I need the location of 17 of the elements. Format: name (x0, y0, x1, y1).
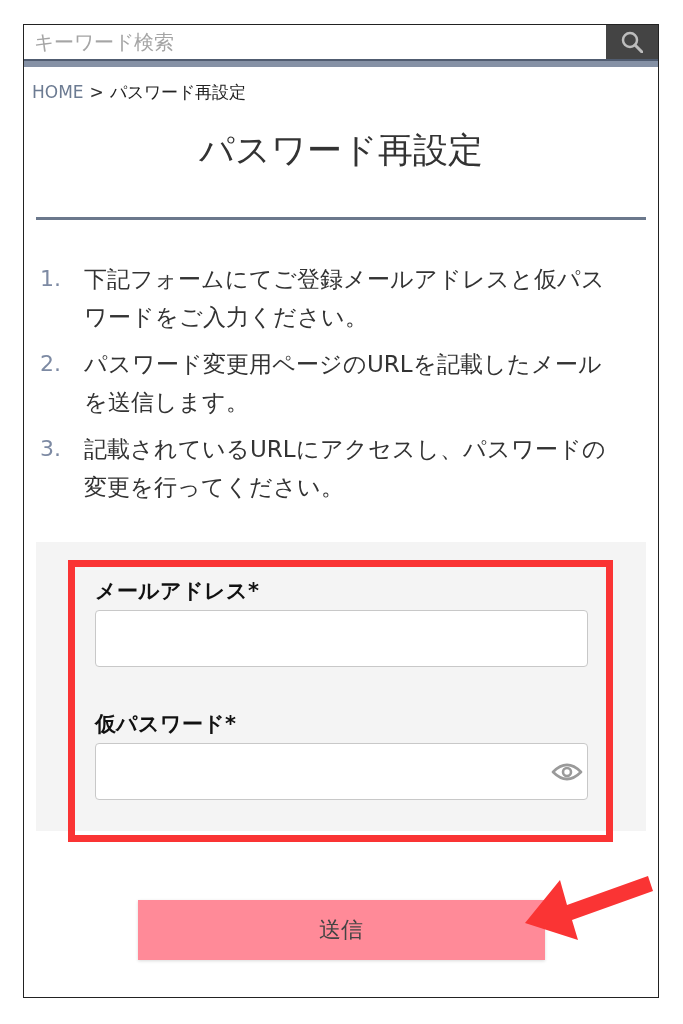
submit-button[interactable]: 送信 (137, 900, 545, 960)
step-number: 1. (40, 265, 62, 293)
step-text: 記載されているURLにアクセスし、パスワードの変更を行ってください。 (84, 435, 607, 502)
field-label: 仮パスワード* (95, 711, 237, 737)
step-text: 下記フォームにてご登録メールアドレスと仮パスワードをご入力ください。 (84, 265, 606, 332)
step-number: 3. (40, 435, 62, 463)
input-field[interactable] (95, 610, 588, 667)
page-title: パスワード再設定 (198, 129, 484, 172)
search-button[interactable] (606, 25, 658, 59)
password-field[interactable] (95, 743, 588, 800)
breadcrumb-link[interactable]: HOME (32, 81, 84, 103)
breadcrumb-current: パスワード再設定 (109, 81, 246, 103)
search-icon (621, 31, 643, 53)
step-text: パスワード変更用ページのURLを記載したメールを送信します。 (84, 350, 603, 417)
step-number: 2. (40, 350, 62, 378)
field-label: メールアドレス* (95, 578, 260, 604)
breadcrumb-separator: > (89, 81, 104, 103)
